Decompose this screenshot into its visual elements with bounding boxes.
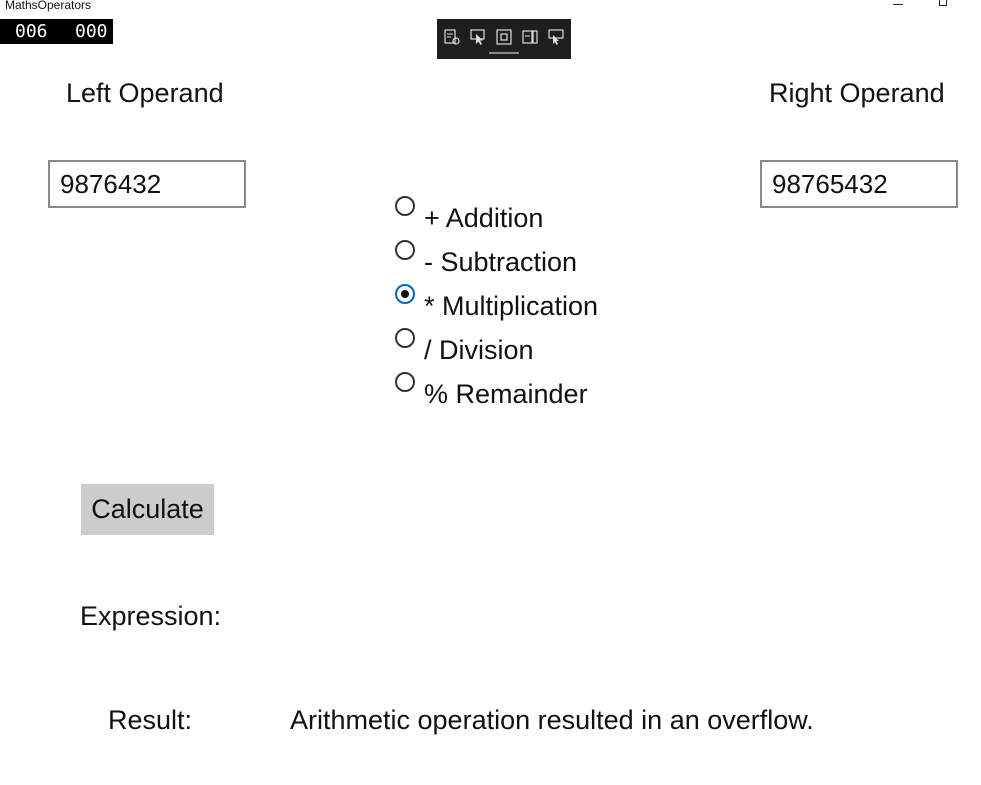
result-label: Result: bbox=[108, 705, 193, 735]
radio-button-circle[interactable] bbox=[395, 328, 415, 348]
right-operand-label: Right Operand bbox=[769, 78, 945, 108]
right-operand-input[interactable] bbox=[760, 160, 958, 208]
radio-multiplication[interactable]: * Multiplication bbox=[395, 284, 655, 324]
maximize-icon[interactable] bbox=[939, 0, 947, 6]
toolbar-grip[interactable] bbox=[489, 52, 519, 54]
frame-counter-left: 006 bbox=[15, 21, 48, 42]
app-window: MathsOperators 006 000 Left Operand Righ… bbox=[0, 0, 981, 785]
frame-rate-counter: 006 000 bbox=[0, 19, 113, 44]
live-visual-tree-icon[interactable] bbox=[443, 28, 461, 46]
track-focus-icon[interactable] bbox=[521, 28, 539, 46]
radio-button-circle[interactable] bbox=[395, 372, 415, 392]
left-operand-input[interactable] bbox=[48, 160, 246, 208]
display-layout-adorners-icon[interactable] bbox=[495, 28, 513, 46]
radio-subtraction-label: - Subtraction bbox=[424, 247, 578, 277]
radio-remainder-label: % Remainder bbox=[424, 379, 588, 409]
hot-reload-icon[interactable] bbox=[547, 28, 565, 46]
radio-button-circle[interactable] bbox=[395, 196, 415, 216]
frame-counter-right: 000 bbox=[75, 21, 108, 42]
expression-label: Expression: bbox=[80, 601, 222, 631]
radio-addition[interactable]: + Addition bbox=[395, 196, 655, 236]
radio-subtraction[interactable]: - Subtraction bbox=[395, 240, 655, 280]
left-operand-label: Left Operand bbox=[66, 78, 224, 108]
radio-addition-label: + Addition bbox=[424, 203, 544, 233]
radio-multiplication-label: * Multiplication bbox=[424, 291, 599, 321]
window-title: MathsOperators bbox=[5, 0, 92, 12]
radio-division-label: / Division bbox=[424, 335, 534, 365]
radio-division[interactable]: / Division bbox=[395, 328, 655, 368]
result-value: Arithmetic operation resulted in an over… bbox=[290, 705, 814, 735]
radio-button-circle-checked[interactable] bbox=[395, 284, 415, 304]
calculate-button[interactable]: Calculate bbox=[81, 484, 214, 535]
radio-remainder[interactable]: % Remainder bbox=[395, 372, 655, 412]
minimize-icon[interactable] bbox=[893, 4, 903, 5]
radio-button-circle[interactable] bbox=[395, 240, 415, 260]
debug-toolbar bbox=[437, 19, 571, 59]
select-element-icon[interactable] bbox=[469, 28, 487, 46]
